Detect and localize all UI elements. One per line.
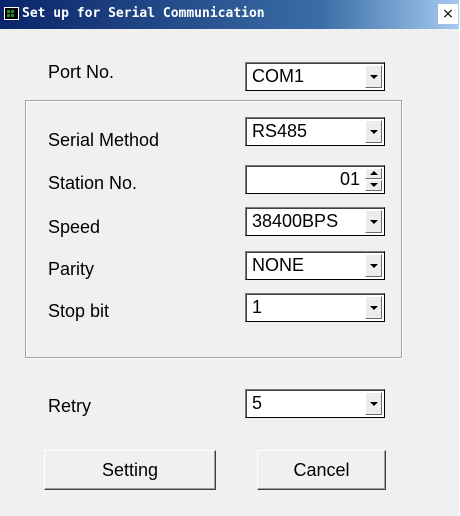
spin-down-icon[interactable]	[365, 180, 382, 191]
spin-up-icon[interactable]	[365, 168, 382, 179]
stop-bit-value: 1	[252, 297, 263, 317]
parity-label: Parity	[48, 259, 95, 279]
station-label: Station No.	[48, 173, 138, 193]
app-icon	[4, 7, 19, 20]
speed-select[interactable]: 38400BPS	[245, 207, 385, 236]
port-label: Port No.	[48, 62, 115, 82]
window-title: Set up for Serial Communication	[22, 6, 265, 21]
serial-method-value: RS485	[252, 121, 308, 141]
speed-label: Speed	[48, 217, 101, 237]
parity-select[interactable]: NONE	[245, 251, 385, 280]
station-value: 01	[339, 169, 360, 189]
port-value: COM1	[252, 66, 305, 86]
cancel-button[interactable]: Cancel	[257, 450, 386, 490]
retry-select[interactable]: 5	[245, 389, 385, 418]
chevron-down-icon[interactable]	[365, 296, 382, 319]
retry-label: Retry	[48, 396, 92, 416]
chevron-down-icon[interactable]	[365, 65, 382, 88]
retry-value: 5	[252, 393, 263, 413]
dialog-window: Set up for Serial Communication × Port N…	[0, 0, 459, 516]
stop-bit-label: Stop bit	[48, 301, 110, 321]
chevron-down-icon[interactable]	[365, 254, 382, 277]
stop-bit-select[interactable]: 1	[245, 293, 385, 322]
chevron-down-icon[interactable]	[365, 120, 382, 143]
speed-value: 38400BPS	[252, 211, 339, 231]
chevron-down-icon[interactable]	[365, 392, 382, 415]
close-button[interactable]: ×	[438, 4, 458, 24]
parity-value: NONE	[252, 255, 305, 275]
chevron-down-icon[interactable]	[365, 210, 382, 233]
serial-method-label: Serial Method	[48, 130, 160, 150]
setting-button[interactable]: Setting	[44, 450, 216, 490]
port-select[interactable]: COM1	[245, 62, 385, 91]
title-bar[interactable]: Set up for Serial Communication ×	[0, 0, 459, 29]
serial-method-select[interactable]: RS485	[245, 117, 385, 146]
station-stepper[interactable]: 01	[245, 165, 385, 194]
